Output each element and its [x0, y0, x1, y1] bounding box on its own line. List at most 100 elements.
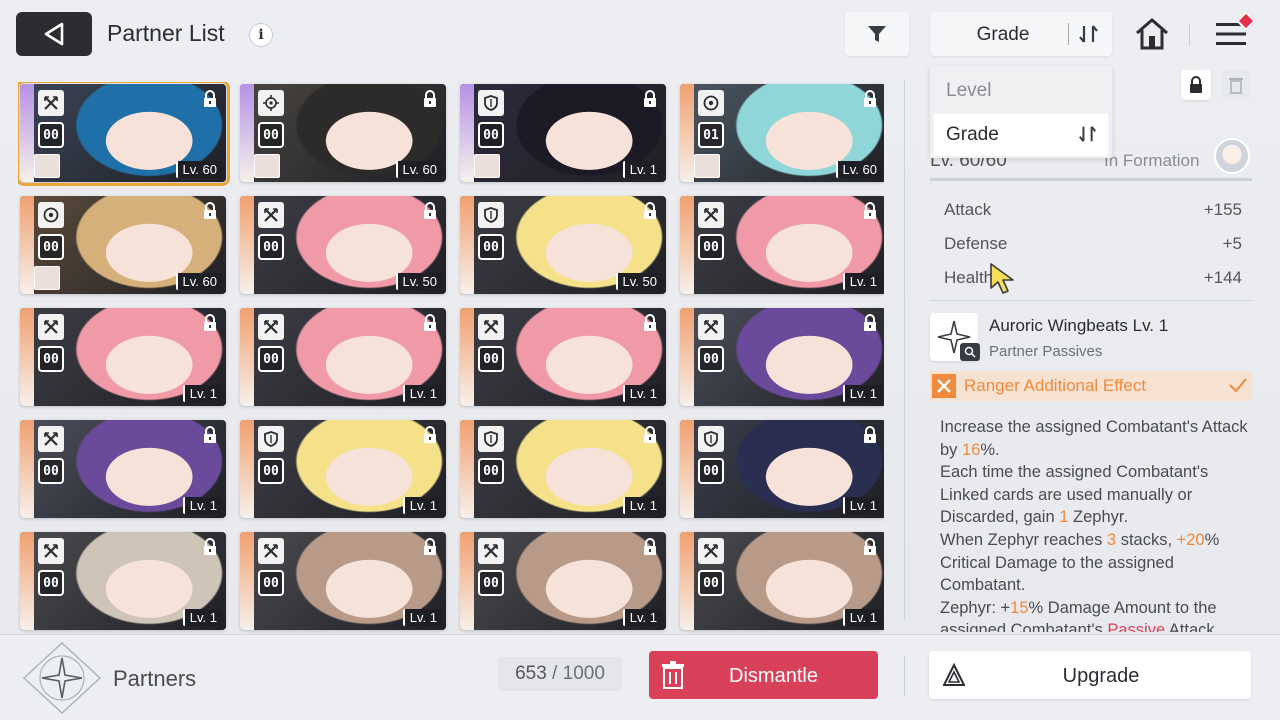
back-button[interactable] — [16, 12, 92, 56]
ranger-class-icon — [698, 314, 724, 340]
duplicate-count: 01 — [698, 122, 724, 148]
partner-card[interactable]: 00 Lv. 1 — [240, 308, 446, 406]
equipped-combatant-avatar — [474, 154, 500, 178]
discard-button[interactable] — [1221, 70, 1251, 100]
lock-icon[interactable] — [862, 202, 878, 220]
lock-icon[interactable] — [642, 90, 658, 108]
partner-level-badge: Lv. 1 — [402, 497, 442, 514]
partner-level-badge: Lv. 1 — [842, 609, 882, 626]
sort-order-icon — [1079, 126, 1097, 142]
lock-icon[interactable] — [862, 314, 878, 332]
lock-icon[interactable] — [202, 314, 218, 332]
partner-card[interactable]: 00 Lv. 1 — [460, 84, 666, 182]
partner-level-badge: Lv. 1 — [402, 609, 442, 626]
partner-level-badge: Lv. 1 — [622, 161, 662, 178]
partner-level-badge: Lv. 1 — [842, 497, 882, 514]
lock-icon[interactable] — [862, 426, 878, 444]
ranger-class-icon — [478, 538, 504, 564]
passive-name: Auroric Wingbeats Lv. 1 — [989, 316, 1169, 335]
partner-level-badge: Lv. 60 — [835, 161, 882, 178]
lock-icon[interactable] — [862, 538, 878, 556]
circle-class-icon — [698, 90, 724, 116]
equipped-combatant-avatar — [254, 154, 280, 178]
rarity-stripe — [460, 196, 474, 294]
lock-icon[interactable] — [202, 426, 218, 444]
partner-level-badge: Lv. 1 — [842, 273, 882, 290]
lock-icon[interactable] — [422, 90, 438, 108]
lock-icon[interactable] — [862, 90, 878, 108]
partner-card[interactable]: 00 Lv. 1 — [20, 308, 226, 406]
sort-button[interactable]: Grade — [930, 12, 1112, 56]
partner-card[interactable]: 00 Lv. 60 — [240, 84, 446, 182]
back-arrow-icon — [44, 22, 64, 46]
trash-icon — [1229, 78, 1243, 94]
lock-icon[interactable] — [202, 202, 218, 220]
partner-card[interactable]: 00 Lv. 1 — [460, 420, 666, 518]
partner-card[interactable]: 00 Lv. 1 — [240, 532, 446, 630]
lock-icon[interactable] — [422, 538, 438, 556]
footer-separator — [904, 656, 905, 696]
partners-label: Partners — [113, 666, 197, 691]
shield-class-icon — [478, 202, 504, 228]
info-icon[interactable]: i — [249, 23, 273, 47]
partner-level-badge: Lv. 60 — [175, 273, 222, 290]
upgrade-button[interactable]: Upgrade — [929, 651, 1251, 699]
partner-card[interactable]: 01 Lv. 60 — [680, 84, 884, 182]
partners-emblem-icon — [22, 641, 102, 715]
rarity-stripe — [680, 308, 694, 406]
ranger-class-icon — [38, 90, 64, 116]
page-title: Partner List — [107, 20, 225, 46]
partner-card[interactable]: 00 Lv. 1 — [680, 420, 884, 518]
partner-card[interactable]: 00 Lv. 60 — [18, 82, 230, 186]
partner-card[interactable]: 00 Lv. 1 — [680, 308, 884, 406]
lock-icon[interactable] — [642, 314, 658, 332]
lock-icon[interactable] — [202, 90, 218, 108]
dismantle-button[interactable]: Dismantle — [649, 651, 878, 699]
partner-card[interactable]: 00 Lv. 1 — [20, 532, 226, 630]
duplicate-count: 00 — [478, 346, 504, 372]
rarity-stripe — [460, 532, 474, 630]
sort-divider — [1068, 23, 1069, 45]
partner-level-badge: Lv. 60 — [175, 161, 222, 178]
sort-order-icon[interactable] — [1078, 23, 1100, 45]
sort-option-level[interactable]: Level — [930, 70, 1112, 112]
partner-card[interactable]: 00 Lv. 1 — [680, 532, 884, 630]
magnifier-icon[interactable] — [960, 343, 980, 361]
lock-icon[interactable] — [642, 426, 658, 444]
lock-icon[interactable] — [202, 538, 218, 556]
duplicate-count: 00 — [698, 346, 724, 372]
partner-level-badge: Lv. 1 — [622, 385, 662, 402]
partner-card[interactable]: 00 Lv. 1 — [460, 308, 666, 406]
filter-button[interactable] — [845, 12, 909, 56]
duplicate-count: 00 — [38, 234, 64, 260]
partner-card[interactable]: 00 Lv. 1 — [460, 532, 666, 630]
partner-grid: 00 Lv. 60 00 Lv. 60 00 Lv. 1 01 Lv. 60 00 Lv. 60 0… — [18, 82, 884, 634]
partner-card[interactable]: 00 Lv. 1 — [240, 420, 446, 518]
partner-card[interactable]: 00 Lv. 60 — [20, 196, 226, 294]
dismantle-label: Dismantle — [729, 665, 818, 687]
lock-icon[interactable] — [642, 538, 658, 556]
partner-level-badge: Lv. 1 — [842, 385, 882, 402]
partner-card[interactable]: 00 Lv. 50 — [240, 196, 446, 294]
duplicate-count: 00 — [38, 122, 64, 148]
lock-icon[interactable] — [422, 314, 438, 332]
duplicate-count: 00 — [258, 234, 284, 260]
mouse-cursor-icon — [990, 263, 1014, 294]
lock-icon[interactable] — [642, 202, 658, 220]
duplicate-count: 00 — [698, 234, 724, 260]
home-button[interactable] — [1130, 12, 1174, 56]
sort-dropdown: Level Grade — [930, 66, 1112, 158]
lock-icon[interactable] — [422, 202, 438, 220]
ranger-class-icon — [698, 202, 724, 228]
lock-icon[interactable] — [422, 426, 438, 444]
partner-card[interactable]: 00 Lv. 1 — [20, 420, 226, 518]
lock-toggle-button[interactable] — [1181, 70, 1211, 100]
sort-option-grade[interactable]: Grade — [934, 114, 1108, 156]
checkmark-icon — [1229, 378, 1247, 393]
shield-class-icon — [258, 426, 284, 452]
partner-card[interactable]: 00 Lv. 1 — [680, 196, 884, 294]
partner-card[interactable]: 00 Lv. 50 — [460, 196, 666, 294]
partner-level-badge: Lv. 1 — [622, 497, 662, 514]
formation-avatar[interactable] — [1214, 138, 1250, 174]
ranger-class-icon — [38, 314, 64, 340]
